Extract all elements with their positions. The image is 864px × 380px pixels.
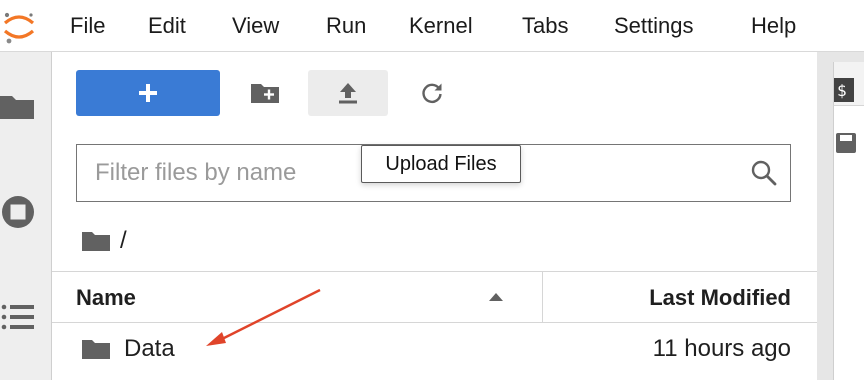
new-launcher-button[interactable] [76, 70, 220, 116]
refresh-button[interactable] [392, 70, 472, 116]
search-icon [751, 160, 777, 186]
jupyter-logo-icon [3, 12, 35, 44]
menu-view[interactable]: View [232, 12, 279, 40]
new-folder-button[interactable] [224, 70, 304, 116]
main-content [833, 62, 864, 380]
left-sidebar [0, 52, 52, 380]
column-divider[interactable] [542, 272, 543, 322]
file-list-header: Name Last Modified [52, 271, 817, 323]
upload-icon [339, 83, 357, 104]
menu-bar: File Edit View Run Kernel Tabs Settings … [0, 0, 864, 52]
terminal-icon[interactable]: $ [834, 78, 854, 102]
breadcrumb-root[interactable]: / [120, 226, 127, 256]
sort-ascending-icon[interactable] [488, 292, 504, 302]
running-sessions-icon[interactable] [0, 194, 36, 230]
menu-help[interactable]: Help [751, 12, 796, 40]
menu-tabs[interactable]: Tabs [522, 12, 568, 40]
folder-icon[interactable] [82, 229, 110, 253]
file-browser-panel: Upload Files / Name Last Modified Data 1… [52, 52, 817, 380]
menu-edit[interactable]: Edit [148, 12, 186, 40]
table-of-contents-icon[interactable] [0, 300, 36, 336]
folder-icon [82, 340, 110, 359]
menu-file[interactable]: File [70, 12, 105, 40]
plus-icon [139, 84, 157, 102]
main-dock-area: $ [817, 52, 864, 380]
folder-icon[interactable] [0, 88, 36, 124]
file-last-modified: 11 hours ago [652, 335, 791, 362]
file-name: Data [124, 335, 175, 362]
svg-text:$: $ [837, 81, 847, 100]
menu-settings[interactable]: Settings [614, 12, 694, 40]
upload-tooltip: Upload Files [361, 145, 521, 183]
menu-run[interactable]: Run [326, 12, 366, 40]
new-folder-icon [251, 84, 279, 103]
table-row[interactable]: Data 11 hours ago [52, 323, 817, 375]
column-last-modified-header[interactable]: Last Modified [649, 284, 791, 312]
upload-files-button[interactable] [308, 70, 388, 116]
column-name-header[interactable]: Name [76, 284, 136, 312]
save-icon[interactable] [836, 131, 856, 155]
refresh-icon [422, 83, 442, 104]
annotation-arrow-icon [206, 288, 321, 346]
menu-kernel[interactable]: Kernel [409, 12, 473, 40]
